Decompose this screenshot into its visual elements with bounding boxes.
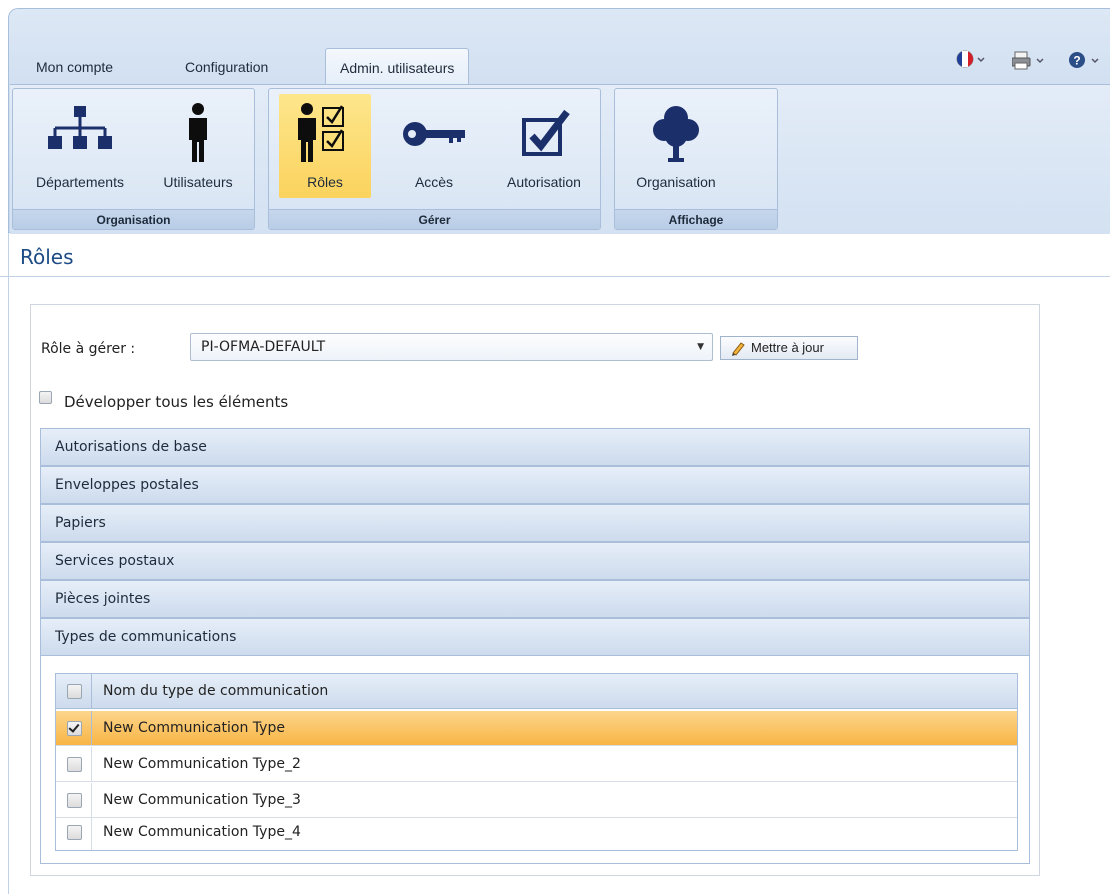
role-select[interactable]: PI-OFMA-DEFAULT ▼: [190, 333, 713, 361]
org-chart-icon: [48, 106, 112, 149]
page-title: Rôles: [20, 245, 74, 269]
section-postal-services[interactable]: Services postaux: [40, 542, 1030, 580]
expand-all-checkbox[interactable]: [39, 391, 52, 404]
title-divider: [0, 276, 1110, 277]
departments-button[interactable]: Départements: [18, 94, 142, 198]
row-checkbox-cell: [56, 711, 92, 745]
group-label-manage: Gérer: [269, 209, 600, 229]
role-selected-value: PI-OFMA-DEFAULT: [201, 339, 326, 355]
communication-type-name: New Communication Type_3: [103, 792, 301, 808]
key-icon: [403, 122, 465, 146]
tab-admin-users[interactable]: Admin. utilisateurs: [325, 48, 470, 88]
role-label: Rôle à gérer :: [41, 341, 136, 357]
departments-label: Départements: [36, 174, 124, 190]
pencil-icon: [732, 342, 745, 356]
help-menu[interactable]: ?: [1068, 50, 1108, 74]
row-checkbox-cell: [56, 815, 92, 850]
table-row[interactable]: New Communication Type_3: [56, 783, 1017, 818]
section-postal-envelopes[interactable]: Enveloppes postales: [40, 466, 1030, 504]
row-checkbox-cell: [56, 747, 92, 781]
checkbox-icon: [522, 109, 570, 156]
section-papers[interactable]: Papiers: [40, 504, 1030, 542]
access-label: Accès: [414, 174, 454, 190]
section-attachments[interactable]: Pièces jointes: [40, 580, 1030, 618]
column-header-name[interactable]: Nom du type de communication: [103, 674, 328, 709]
header-checkbox-cell: [56, 674, 92, 708]
authorization-button[interactable]: Autorisation: [494, 94, 594, 198]
expand-all-label: Développer tous les éléments: [64, 393, 289, 411]
update-button[interactable]: Mettre à jour: [720, 336, 858, 360]
organization-view-button[interactable]: Organisation: [624, 94, 728, 198]
row-checkbox[interactable]: [67, 721, 82, 736]
row-checkbox-cell: [56, 783, 92, 817]
update-button-label: Mettre à jour: [751, 340, 824, 355]
tab-configuration[interactable]: Configuration: [185, 48, 268, 86]
roles-icon: [298, 103, 344, 162]
left-border: [8, 233, 9, 894]
communication-type-name: New Communication Type_4: [103, 824, 301, 840]
authorization-label: Autorisation: [507, 174, 581, 190]
printer-icon: [1011, 51, 1044, 70]
print-menu[interactable]: [1011, 50, 1048, 74]
table-row[interactable]: New Communication Type: [56, 711, 1017, 746]
row-checkbox[interactable]: [67, 825, 82, 840]
users-button[interactable]: Utilisateurs: [152, 94, 244, 198]
group-label-organisation: Organisation: [13, 209, 254, 229]
communication-type-name: New Communication Type_2: [103, 756, 301, 772]
table-header-row: Nom du type de communication: [56, 674, 1017, 709]
section-basic-authorizations[interactable]: Autorisations de base: [40, 428, 1030, 466]
group-label-display: Affichage: [615, 209, 777, 229]
tab-my-account[interactable]: Mon compte: [36, 48, 113, 86]
roles-label: Rôles: [307, 174, 343, 190]
access-button[interactable]: Accès: [388, 94, 480, 198]
row-checkbox[interactable]: [67, 757, 82, 772]
help-icon: ?: [1069, 52, 1099, 68]
tree-icon: [653, 106, 699, 162]
table-row[interactable]: New Communication Type_4: [56, 815, 1017, 850]
roles-button[interactable]: Rôles: [279, 94, 371, 198]
table-row[interactable]: New Communication Type_2: [56, 747, 1017, 782]
communication-type-name: New Communication Type: [103, 720, 285, 736]
section-communication-types[interactable]: Types de communications: [40, 618, 1030, 656]
select-all-checkbox[interactable]: [67, 684, 82, 699]
language-menu[interactable]: [956, 50, 986, 72]
organization-label: Organisation: [636, 174, 716, 190]
chevron-down-icon: ▼: [697, 342, 704, 352]
france-flag-icon: [956, 50, 985, 68]
svg-text:?: ?: [1073, 54, 1080, 68]
row-checkbox[interactable]: [67, 793, 82, 808]
users-label: Utilisateurs: [163, 174, 233, 190]
person-icon: [189, 103, 207, 162]
